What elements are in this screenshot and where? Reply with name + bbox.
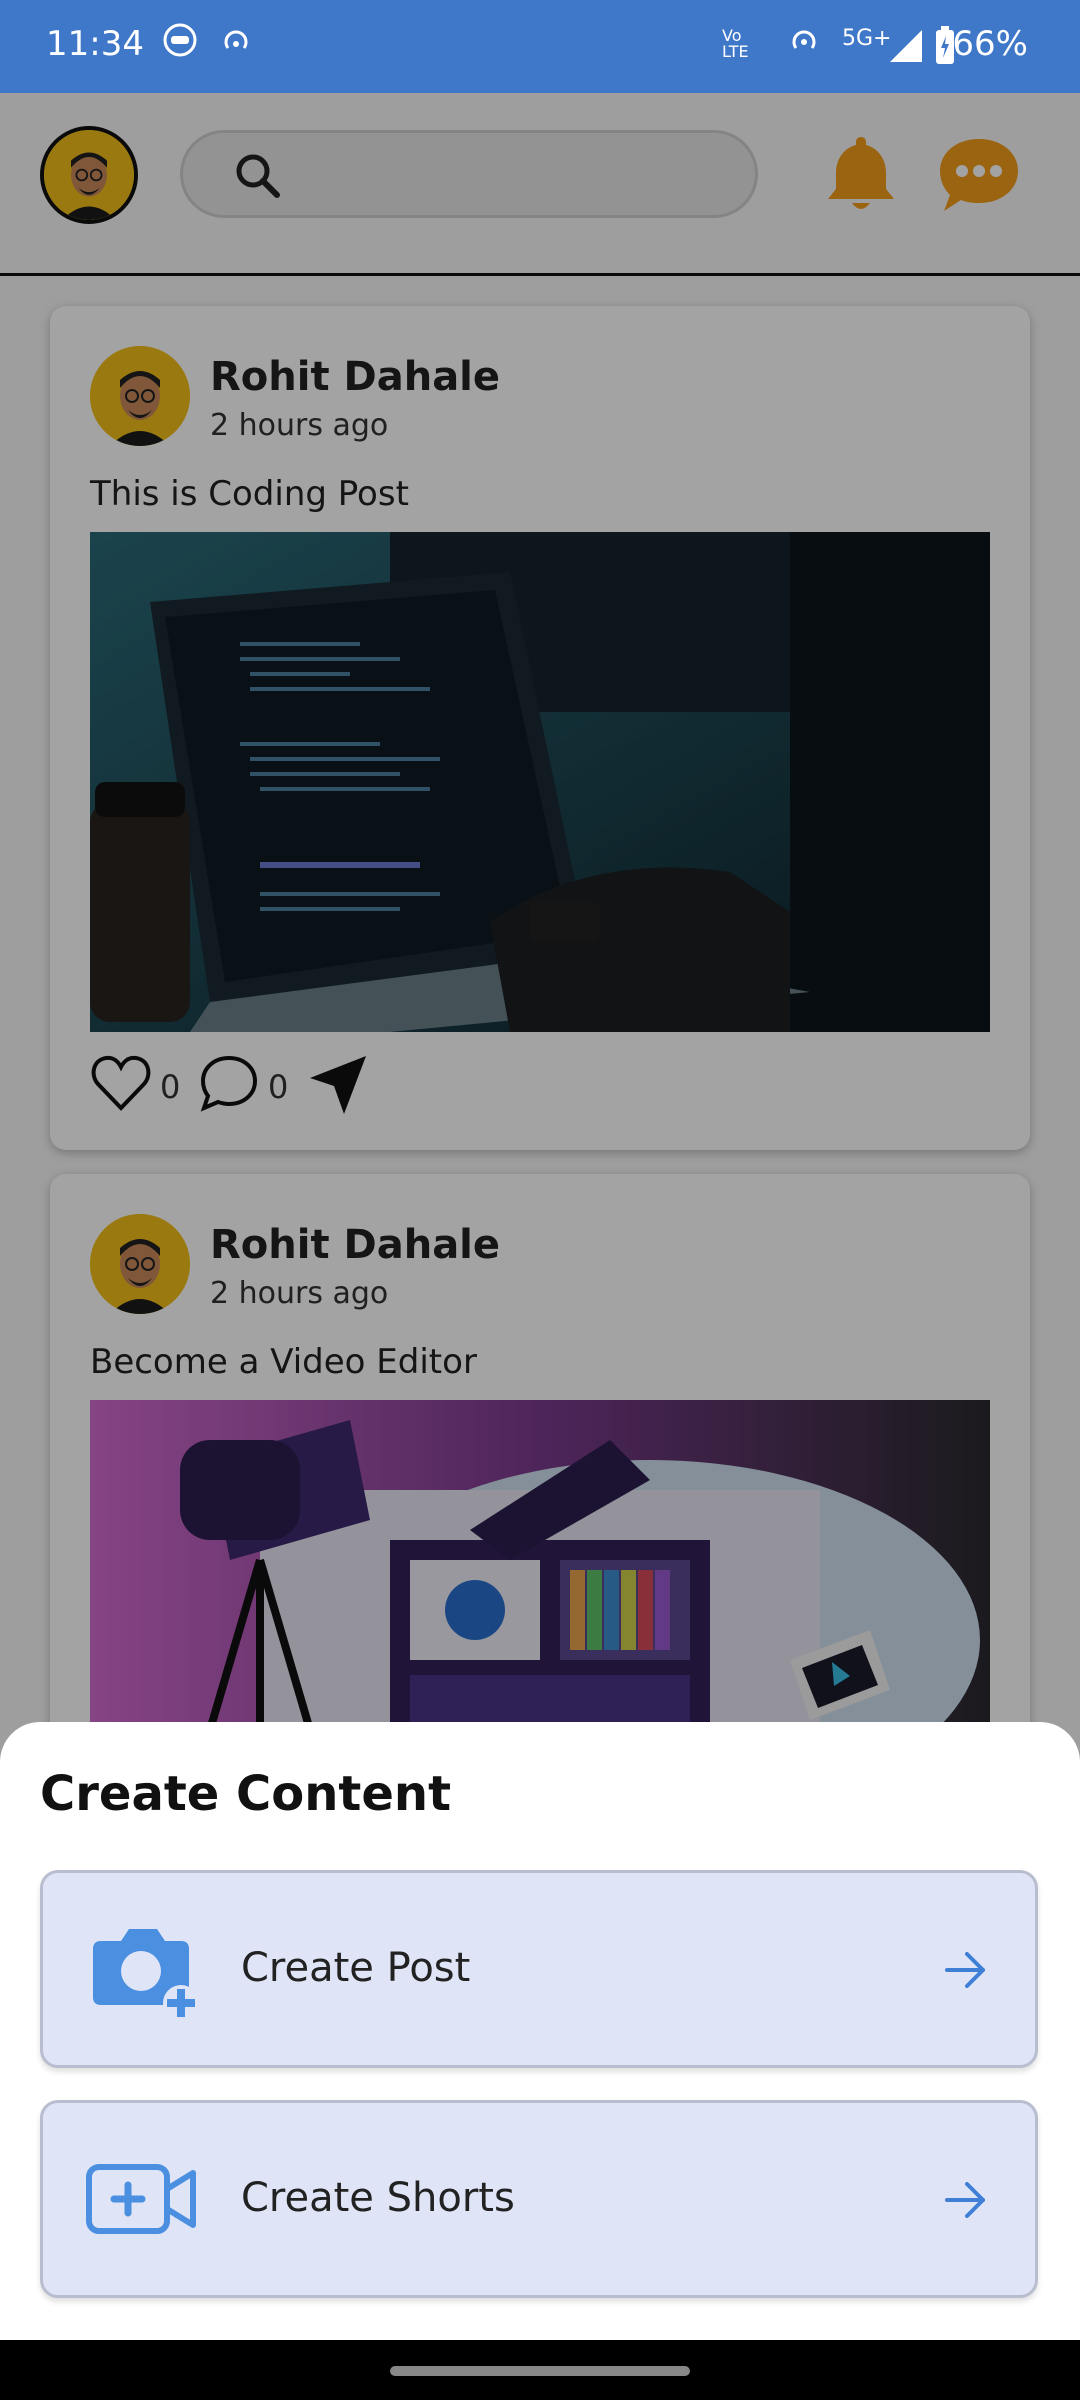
create-shorts-option[interactable]: Create Shorts [40,2100,1038,2298]
home-gesture-handle[interactable] [390,2366,690,2376]
hotspot-icon [792,30,816,49]
create-content-sheet: Create Content Create Post Create Shorts [0,1722,1080,2340]
create-shorts-label: Create Shorts [241,2175,515,2221]
camera-plus-icon [93,1929,199,2021]
signal-icon [890,30,922,62]
video-plus-icon [86,2164,196,2234]
network-label: 5G+ [842,26,892,51]
create-post-option[interactable]: Create Post [40,1870,1038,2068]
sheet-title: Create Content [40,1766,452,1822]
status-bar: 11:34 Vo LTE 5G+ 66% [0,0,1080,93]
hotspot-icon [224,30,248,49]
battery-percent: 66% [952,24,1028,64]
create-post-label: Create Post [241,1945,471,1991]
status-time: 11:34 [46,24,144,64]
system-nav-bar [0,2340,1080,2400]
arrow-right-icon [945,1952,985,1988]
volte-label: Vo LTE [722,26,749,61]
arrow-right-icon [945,2182,985,2218]
face-icon [163,23,197,57]
